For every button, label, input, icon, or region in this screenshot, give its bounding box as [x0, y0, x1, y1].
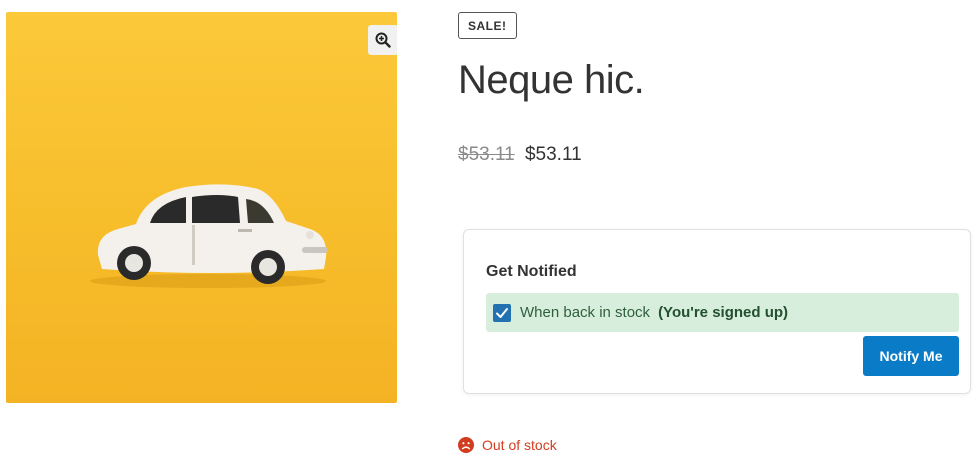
- notify-me-button[interactable]: Notify Me: [863, 336, 959, 376]
- sale-badge: SALE!: [458, 12, 517, 39]
- original-price: $53.11: [458, 144, 515, 165]
- product-title: Neque hic.: [458, 58, 645, 102]
- notify-card: Get Notified When back in stock (You're …: [463, 229, 971, 394]
- product-image[interactable]: [6, 12, 397, 403]
- stock-label: Out of stock: [482, 437, 557, 453]
- notify-title: Get Notified: [486, 263, 577, 280]
- checkmark-icon: [496, 307, 508, 318]
- sad-face-icon: [458, 437, 474, 453]
- back-in-stock-option[interactable]: When back in stock (You're signed up): [486, 293, 959, 332]
- sale-price: $53.11: [524, 144, 582, 165]
- back-in-stock-label: When back in stock: [520, 304, 651, 321]
- magnifier-zoom-icon[interactable]: [368, 25, 397, 55]
- back-in-stock-checkbox[interactable]: [493, 303, 511, 322]
- car-illustration: [90, 184, 328, 288]
- stock-status: Out of stock: [458, 437, 557, 453]
- signup-status: (You're signed up): [658, 304, 789, 321]
- product-price: $53.11 $53.11: [458, 142, 582, 168]
